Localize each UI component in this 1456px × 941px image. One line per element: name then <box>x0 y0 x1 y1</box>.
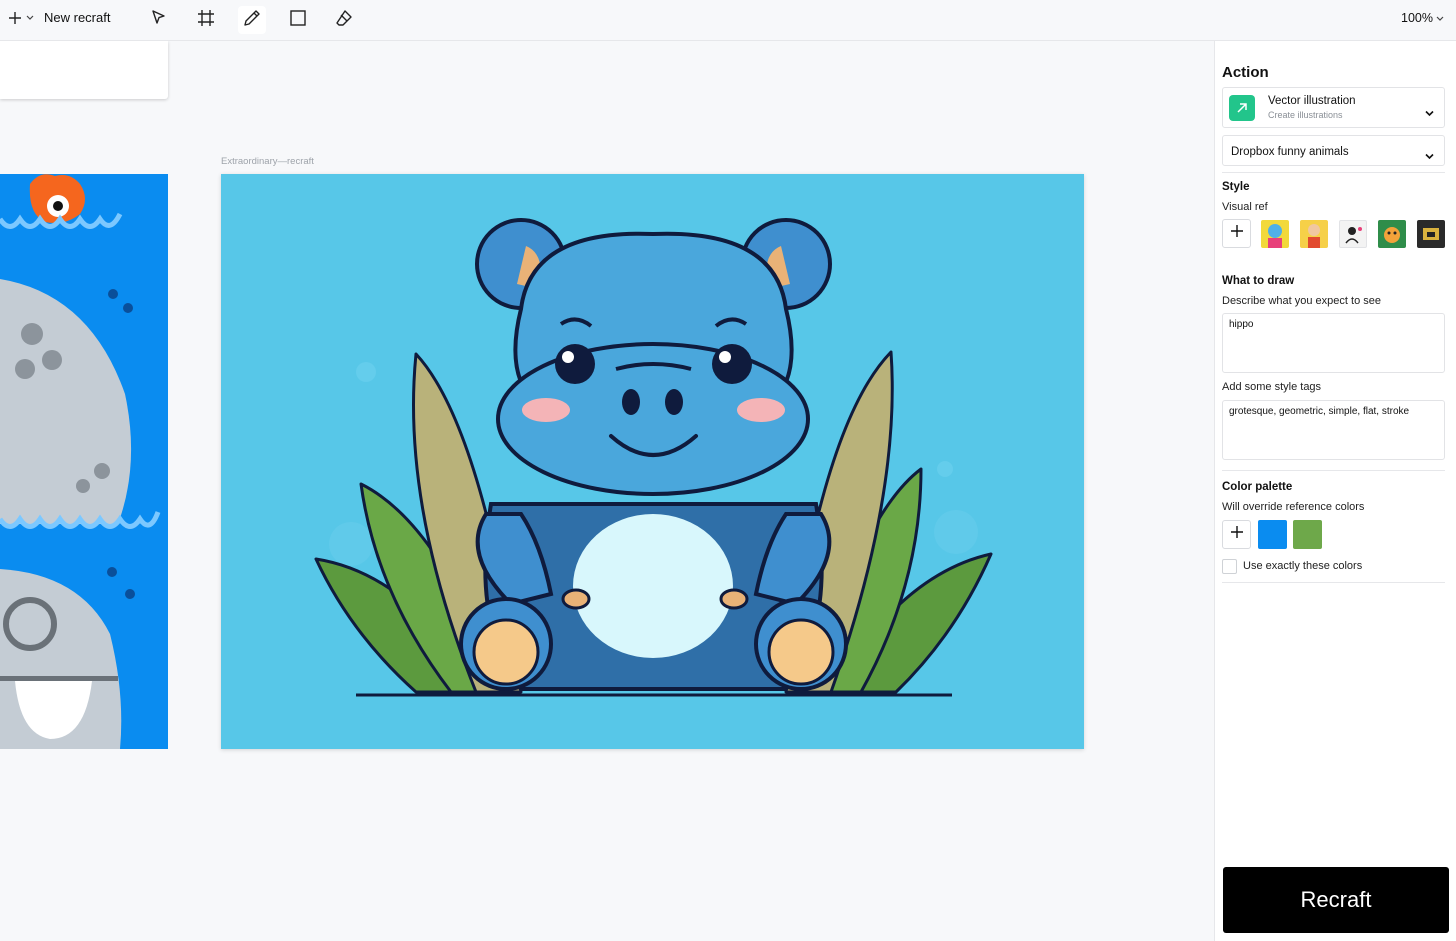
arrow-up-right-icon <box>1229 95 1255 121</box>
action-name: Vector illustration <box>1268 95 1356 107</box>
properties-panel: Action Vector illustration Create illust… <box>1214 41 1456 941</box>
describe-label: Describe what you expect to see <box>1222 295 1381 307</box>
pencil-icon <box>243 9 261 32</box>
use-exact-colors-checkbox[interactable] <box>1222 559 1237 574</box>
adjacent-frame[interactable] <box>0 41 168 99</box>
chevron-down-icon <box>1425 147 1434 165</box>
chevron-down-icon <box>1425 104 1434 122</box>
action-select[interactable]: Vector illustration Create illustrations <box>1222 87 1445 128</box>
use-exact-colors-label: Use exactly these colors <box>1243 560 1363 572</box>
prompt-input[interactable]: hippo <box>1222 313 1445 373</box>
frame-label: Extraordinary—recraft <box>221 156 314 167</box>
chevron-down-icon <box>1436 11 1444 25</box>
model-label: Dropbox funny animals <box>1231 146 1349 158</box>
action-title: Action <box>1222 64 1269 81</box>
frame-tool[interactable] <box>192 6 220 34</box>
divider <box>1222 172 1445 173</box>
canvas[interactable]: Extraordinary—recraft <box>0 41 1214 941</box>
color-palette-title: Color palette <box>1222 481 1293 493</box>
frame-icon <box>197 9 215 32</box>
main-illustration-frame[interactable] <box>221 174 1084 749</box>
color-palette-subtitle: Will override reference colors <box>1222 501 1365 513</box>
new-recraft-button[interactable]: New recraft <box>8 10 110 25</box>
new-recraft-label: New recraft <box>44 10 111 25</box>
plus-icon <box>8 11 22 25</box>
action-subtitle: Create illustrations <box>1268 110 1343 120</box>
visual-ref-thumbnail[interactable] <box>1378 220 1406 248</box>
plus-icon <box>1230 224 1244 243</box>
visual-ref-thumbnail[interactable] <box>1339 220 1367 248</box>
top-toolbar: New recraft 100% <box>0 0 1456 41</box>
color-swatch-green[interactable] <box>1293 520 1322 549</box>
visual-ref-label: Visual ref <box>1222 201 1268 213</box>
divider <box>1222 582 1445 583</box>
rectangle-tool[interactable] <box>284 6 312 34</box>
style-title: Style <box>1222 181 1250 193</box>
add-color-button[interactable] <box>1222 520 1251 549</box>
eraser-icon <box>335 9 353 32</box>
chevron-down-icon <box>26 15 34 21</box>
square-icon <box>289 9 307 32</box>
divider <box>1222 470 1445 471</box>
what-to-draw-title: What to draw <box>1222 275 1295 287</box>
hippo-illustration <box>314 218 993 697</box>
style-tags-input[interactable]: grotesque, geometric, simple, flat, stro… <box>1222 400 1445 460</box>
zoom-value: 100% <box>1401 11 1433 25</box>
eraser-tool[interactable] <box>330 6 358 34</box>
visual-ref-thumbnail[interactable] <box>1261 220 1289 248</box>
select-tool[interactable] <box>145 6 173 34</box>
pencil-tool[interactable] <box>238 6 266 34</box>
cursor-arrow-icon <box>150 9 168 32</box>
left-illustration-frame[interactable] <box>0 174 168 749</box>
color-swatch-blue[interactable] <box>1258 520 1287 549</box>
recraft-button[interactable]: Recraft <box>1223 867 1449 933</box>
model-select[interactable]: Dropbox funny animals <box>1222 135 1445 166</box>
zoom-dropdown[interactable]: 100% <box>1401 11 1444 25</box>
whale-illustration <box>0 174 161 749</box>
plus-icon <box>1230 525 1244 544</box>
style-tags-label: Add some style tags <box>1222 381 1322 393</box>
visual-ref-thumbnail[interactable] <box>1417 220 1445 248</box>
add-visual-ref-button[interactable] <box>1222 219 1251 248</box>
visual-ref-thumbnail[interactable] <box>1300 220 1328 248</box>
